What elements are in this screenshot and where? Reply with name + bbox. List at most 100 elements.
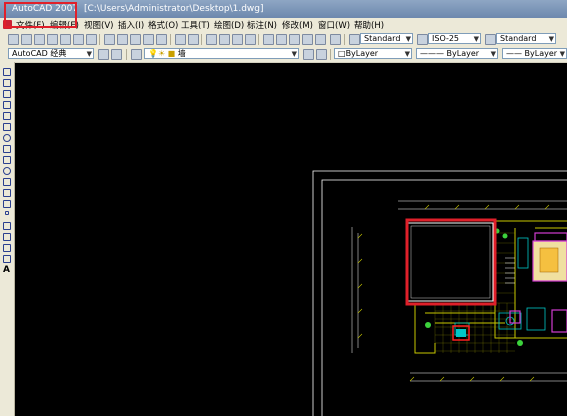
- living-room-carpet: [532, 232, 567, 282]
- menu-edit[interactable]: 编辑(E): [50, 19, 79, 31]
- floor-plan-drawing: [312, 170, 567, 416]
- properties-icon[interactable]: [263, 34, 274, 45]
- revision-cloud-icon[interactable]: [3, 145, 11, 153]
- plot-preview-icon[interactable]: [60, 34, 71, 45]
- menu-dimension[interactable]: 标注(N): [247, 19, 277, 31]
- linetype-select[interactable]: ——— ByLayer ▼: [416, 48, 498, 59]
- layer-previous-icon[interactable]: [316, 49, 327, 60]
- menu-tools[interactable]: 工具(T): [181, 19, 210, 31]
- gradient-icon[interactable]: [3, 233, 11, 241]
- furniture: [454, 237, 546, 336]
- make-object-layer-current-icon[interactable]: [303, 49, 314, 60]
- green-plants: [425, 228, 523, 346]
- separator: [344, 34, 345, 45]
- tool-palettes-icon[interactable]: [289, 34, 300, 45]
- save-workspace-icon[interactable]: [111, 49, 122, 60]
- pan-icon[interactable]: [206, 34, 217, 45]
- dim-style-select[interactable]: ISO-25 ▼: [428, 33, 481, 44]
- dim-style-icon: [417, 34, 428, 45]
- dimension-lines: [351, 200, 567, 382]
- menu-file[interactable]: 文件(F): [16, 19, 45, 31]
- color-swatch: □: [338, 49, 346, 58]
- undo-icon[interactable]: [175, 34, 186, 45]
- block-editor-icon[interactable]: [156, 34, 167, 45]
- zoom-window-icon[interactable]: [232, 34, 243, 45]
- menu-help[interactable]: 帮助(H): [354, 19, 384, 31]
- menu-insert[interactable]: 插入(I): [118, 19, 144, 31]
- construction-line-icon[interactable]: [3, 79, 11, 87]
- match-properties-icon[interactable]: [143, 34, 154, 45]
- chevron-down-icon: ▼: [86, 50, 92, 58]
- point-icon[interactable]: [5, 211, 9, 215]
- app-menu-icon[interactable]: [3, 20, 12, 29]
- menu-format[interactable]: 格式(O): [148, 19, 178, 31]
- zoom-realtime-icon[interactable]: [219, 34, 230, 45]
- stairs: [505, 257, 515, 284]
- lineweight-sample: ——: [506, 49, 525, 58]
- markup-icon[interactable]: [315, 34, 326, 45]
- spline-icon[interactable]: [3, 156, 11, 164]
- separator: [99, 34, 100, 45]
- red-highlight-rectangle: [405, 218, 497, 306]
- workspace-select[interactable]: AutoCAD 经典 ▼: [8, 48, 94, 59]
- rectangle-icon[interactable]: [3, 112, 11, 120]
- save-icon[interactable]: [34, 34, 45, 45]
- text-style-value: Standard: [364, 34, 401, 43]
- chevron-down-icon: ▼: [405, 35, 411, 43]
- design-center-icon[interactable]: [276, 34, 287, 45]
- print-icon[interactable]: [47, 34, 58, 45]
- insert-block-icon[interactable]: [3, 189, 11, 197]
- region-icon[interactable]: [3, 244, 11, 252]
- arc-icon[interactable]: [3, 123, 11, 131]
- menu-window[interactable]: 窗口(W): [318, 19, 350, 31]
- new-icon[interactable]: [8, 34, 19, 45]
- color-value: ByLayer: [345, 49, 379, 58]
- standard-toolbar: Standard ▼ ISO-25 ▼ Standard ▼: [0, 32, 567, 48]
- table-style-value: Standard: [500, 34, 537, 43]
- layer-select[interactable]: 💡☀ ■ 墙 ▼: [144, 48, 299, 59]
- text-style-icon: [349, 34, 360, 45]
- line-icon[interactable]: [3, 68, 11, 76]
- table-style-icon: [485, 34, 496, 45]
- help-icon[interactable]: [330, 34, 341, 45]
- publish-icon[interactable]: [73, 34, 84, 45]
- table-icon[interactable]: [3, 255, 11, 263]
- cut-icon[interactable]: [104, 34, 115, 45]
- chevron-down-icon: ▼: [404, 50, 410, 58]
- workspace-value: AutoCAD 经典: [12, 49, 67, 58]
- redo-icon[interactable]: [188, 34, 199, 45]
- 3d-dwf-icon[interactable]: [86, 34, 97, 45]
- sheet-set-icon[interactable]: [302, 34, 313, 45]
- lineweight-select[interactable]: —— ByLayer ▼: [502, 48, 567, 59]
- linetype-sample: ———: [420, 49, 447, 58]
- separator: [201, 34, 202, 45]
- drawing-area[interactable]: [15, 63, 567, 416]
- zoom-previous-icon[interactable]: [245, 34, 256, 45]
- circle-icon[interactable]: [3, 134, 11, 142]
- lineweight-value: ByLayer: [524, 49, 558, 58]
- copy-icon[interactable]: [117, 34, 128, 45]
- menu-modify[interactable]: 修改(M): [282, 19, 313, 31]
- menu-view[interactable]: 视图(V): [84, 19, 113, 31]
- separator: [170, 34, 171, 45]
- chevron-down-icon: ▼: [490, 50, 496, 58]
- text-style-select[interactable]: Standard ▼: [360, 33, 413, 44]
- ellipse-icon[interactable]: [3, 167, 11, 175]
- polyline-icon[interactable]: [3, 90, 11, 98]
- menu-draw[interactable]: 绘图(D): [214, 19, 244, 31]
- color-select[interactable]: □ByLayer ▼: [334, 48, 412, 59]
- multiline-text-icon[interactable]: A: [3, 266, 11, 275]
- hatch-icon[interactable]: [3, 222, 11, 230]
- make-block-icon[interactable]: [3, 200, 11, 208]
- paste-icon[interactable]: [130, 34, 141, 45]
- ellipse-arc-icon[interactable]: [3, 178, 11, 186]
- workspace-settings-icon[interactable]: [98, 49, 109, 60]
- separator: [258, 34, 259, 45]
- layer-manager-icon[interactable]: [131, 49, 142, 60]
- table-style-select[interactable]: Standard ▼: [496, 33, 556, 44]
- open-icon[interactable]: [21, 34, 32, 45]
- polygon-icon[interactable]: [3, 101, 11, 109]
- layer-value: 墙: [177, 49, 186, 58]
- app-title: AutoCAD 2007: [12, 4, 79, 14]
- menu-bar: 文件(F) 编辑(E) 视图(V) 插入(I) 格式(O) 工具(T) 绘图(D…: [0, 18, 567, 33]
